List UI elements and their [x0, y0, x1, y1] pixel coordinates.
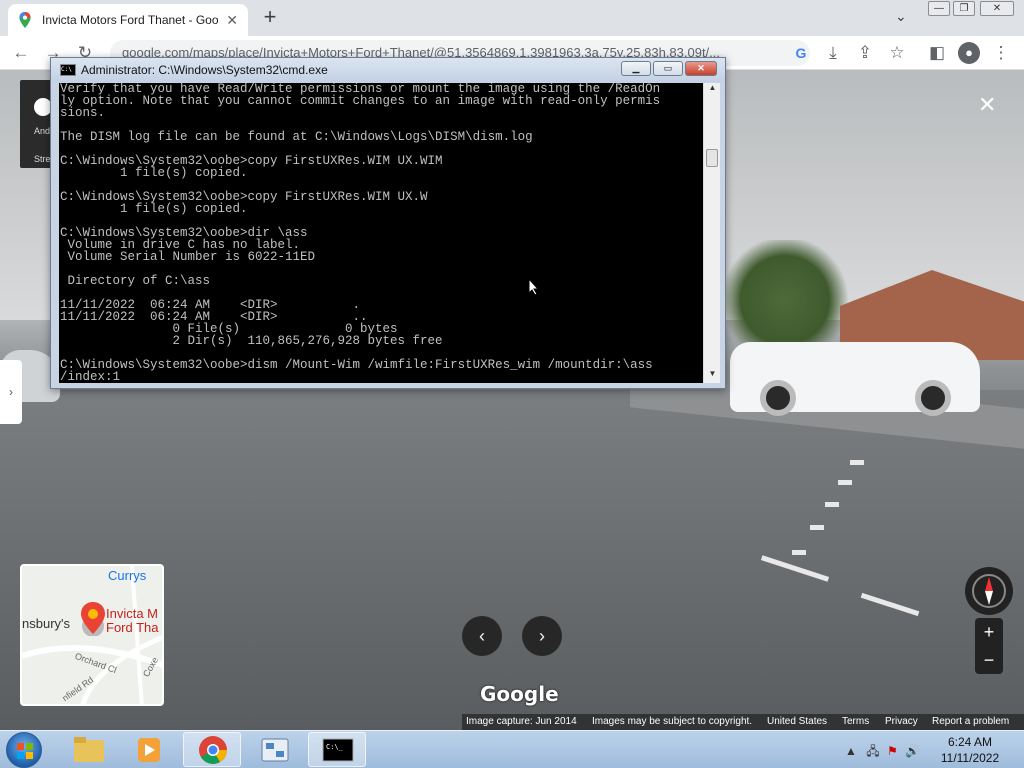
close-street-view-button[interactable]: ✕ [978, 92, 996, 118]
start-button[interactable] [6, 732, 42, 768]
cmd-minimize-button[interactable]: ▁ [621, 61, 651, 76]
cmd-scrollbar[interactable]: ▲ ▼ [703, 83, 720, 383]
map-label-invicta: Invicta M [106, 606, 159, 621]
back-arrow-icon[interactable]: ← [10, 42, 32, 64]
road-marking [838, 480, 852, 485]
copyright-notice: Images may be subject to copyright. [592, 716, 753, 727]
window-close-button[interactable]: ✕ [980, 1, 1014, 16]
cmd-maximize-button[interactable]: ▭ [653, 61, 683, 76]
tab-search-chevron-icon[interactable]: ⌄ [895, 8, 907, 25]
taskbar-chrome[interactable] [183, 732, 241, 767]
expand-panel-arrow-icon[interactable]: › [0, 360, 22, 424]
cmd-title-bar[interactable]: C:\ Administrator: C:\Windows\System32\c… [51, 58, 725, 82]
profile-avatar-icon[interactable]: ● [958, 42, 980, 64]
taskbar-cmd[interactable]: C:\_ [308, 732, 366, 767]
image-capture-date: Image capture: Jun 2014 [466, 716, 577, 727]
report-problem-link[interactable]: Report a problem [932, 716, 1009, 727]
svg-text:C:\_: C:\_ [326, 743, 344, 751]
share-icon[interactable]: ⇪ [854, 42, 876, 64]
google-lens-icon[interactable]: G [790, 42, 812, 64]
show-hidden-icons-icon[interactable]: ▲ [845, 744, 857, 758]
info-card-line2: Stre [34, 154, 51, 164]
network-icon[interactable]: 🖧 [866, 744, 879, 758]
next-arrow-button[interactable]: › [522, 616, 562, 656]
taskbar-media-player[interactable] [120, 732, 178, 767]
volume-icon[interactable]: 🔊 [905, 744, 920, 758]
browser-tab-strip: Invicta Motors Ford Thanet - Goo ✕ + ⌄ —… [0, 0, 1024, 36]
previous-arrow-button[interactable]: ‹ [462, 616, 502, 656]
map-label-ford: Ford Tha [106, 620, 159, 635]
system-tray: ▲ 🖧 ⚑ 🔊 [845, 742, 920, 763]
cmd-output: Verify that you have Read/Write permissi… [60, 83, 661, 383]
mini-map[interactable]: Currys Invicta M Ford Tha nsbury's Orcha… [20, 564, 164, 706]
folder-icon [74, 737, 104, 762]
car-wheel [760, 380, 796, 416]
windows-logo-icon [17, 743, 33, 759]
cmd-console[interactable]: Verify that you have Read/Write permissi… [59, 83, 703, 383]
install-app-icon[interactable]: ⤓ [822, 42, 844, 64]
zoom-out-button[interactable]: − [975, 646, 1003, 674]
privacy-link[interactable]: Privacy [885, 716, 918, 727]
info-card-line1: And [34, 126, 51, 136]
road-marking [825, 502, 839, 507]
zoom-controls: + − [975, 618, 1003, 674]
road-marking [810, 525, 824, 530]
terms-link[interactable]: Terms [842, 716, 869, 727]
scrollbar-thumb[interactable] [706, 149, 718, 167]
scroll-down-arrow-icon[interactable]: ▼ [704, 369, 721, 383]
clock-date: 11/11/2022 [940, 751, 1000, 765]
address-info-card[interactable]: And Stre [20, 80, 54, 168]
taskbar-control-panel[interactable] [246, 732, 304, 767]
side-panel-icon[interactable]: ◧ [926, 42, 948, 64]
road-marking [850, 460, 864, 465]
road-marking [792, 550, 806, 555]
chrome-menu-icon[interactable]: ⋮ [990, 42, 1012, 64]
zoom-in-button[interactable]: + [975, 618, 1003, 646]
map-footer: Image capture: Jun 2014 Images may be su… [462, 714, 1024, 730]
cmd-icon: C:\ [60, 64, 76, 76]
media-player-icon [138, 738, 160, 762]
google-maps-icon [19, 12, 31, 28]
cmd-title-text: Administrator: C:\Windows\System32\cmd.e… [81, 63, 328, 77]
control-panel-icon [261, 738, 289, 762]
map-label-sainsburys: nsbury's [22, 616, 71, 631]
scroll-up-arrow-icon[interactable]: ▲ [704, 83, 721, 97]
cmd-window[interactable]: C:\ Administrator: C:\Windows\System32\c… [50, 57, 726, 389]
location-pin-icon [81, 602, 105, 636]
google-logo: Google [480, 682, 559, 706]
taskbar-explorer[interactable] [60, 732, 118, 767]
mini-map-roads [22, 566, 162, 704]
compass-button[interactable] [965, 567, 1013, 615]
tab-close-icon[interactable]: ✕ [226, 12, 238, 29]
clock-time: 6:24 AM [947, 735, 993, 749]
bookmark-star-icon[interactable]: ☆ [886, 42, 908, 64]
taskbar-clock[interactable]: 6:24 AM 11/11/2022 [930, 734, 1010, 766]
country-link[interactable]: United States [767, 716, 827, 727]
new-tab-button[interactable]: + [258, 6, 282, 30]
browser-tab[interactable]: Invicta Motors Ford Thanet - Goo ✕ [8, 4, 248, 36]
mouse-cursor-icon [528, 278, 540, 296]
chrome-icon [199, 736, 227, 764]
action-center-flag-icon[interactable]: ⚑ [887, 744, 898, 758]
windows-taskbar: C:\_ ▲ 🖧 ⚑ 🔊 6:24 AM 11/11/2022 [0, 730, 1024, 768]
cmd-close-button[interactable]: ✕ [685, 61, 717, 76]
map-label-currys: Currys [108, 568, 147, 583]
car-wheel [915, 380, 951, 416]
tab-title: Invicta Motors Ford Thanet - Goo [42, 13, 219, 27]
cmd-taskbar-icon: C:\_ [322, 738, 354, 762]
compass-icon [972, 574, 1006, 608]
window-minimize-button[interactable]: — [928, 1, 950, 16]
window-restore-button[interactable]: ❐ [953, 1, 975, 16]
